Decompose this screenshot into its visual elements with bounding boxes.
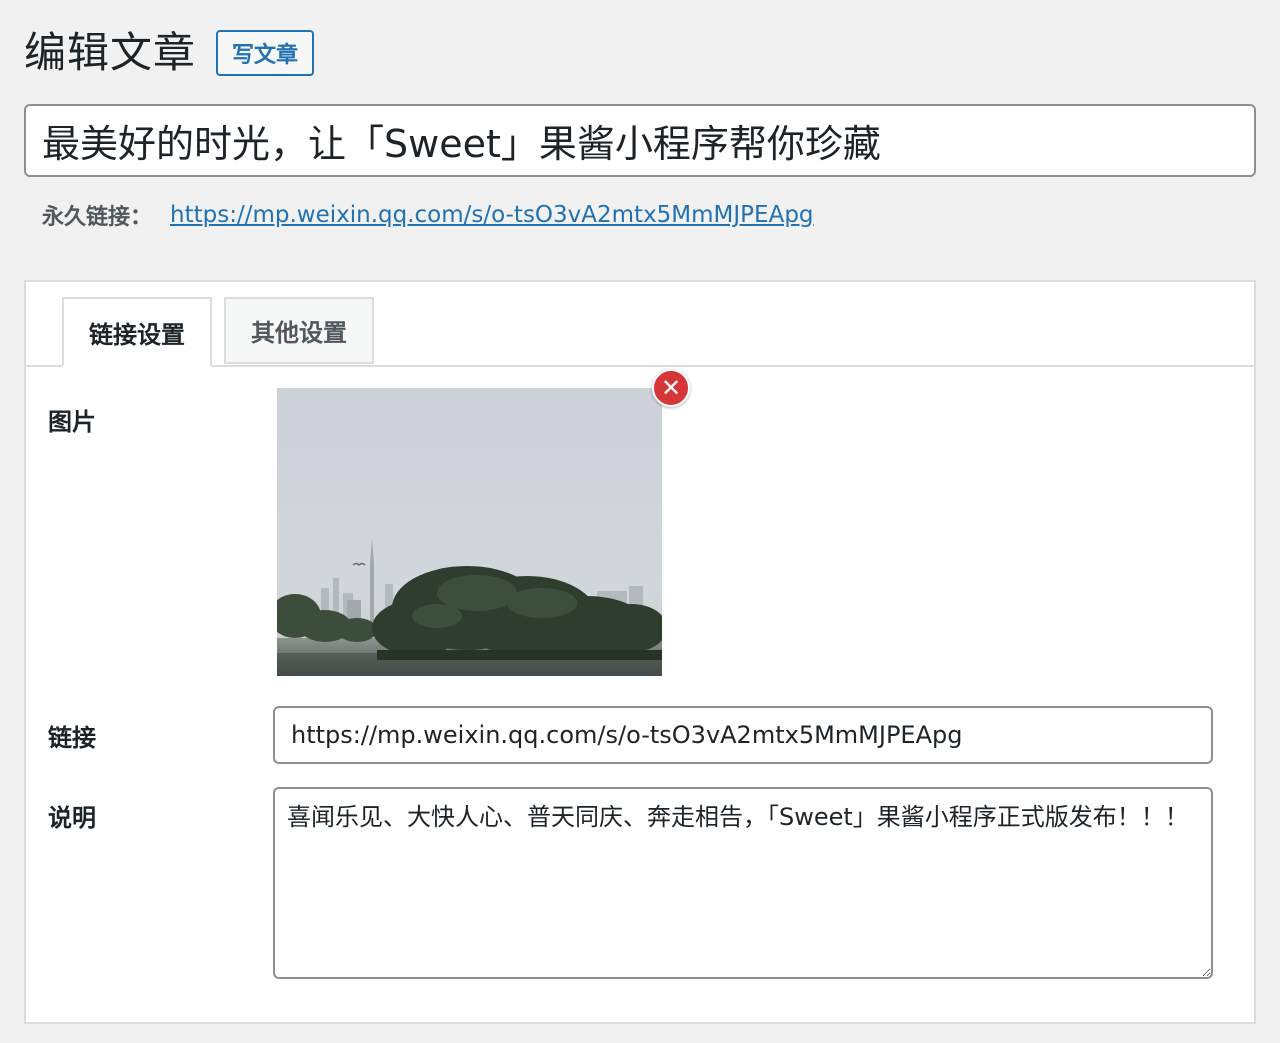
tab-bar: 链接设置 其他设置: [26, 282, 1254, 367]
image-field-label: 图片: [48, 408, 96, 436]
page-header: 编辑文章 写文章: [24, 24, 315, 82]
description-field-label: 说明: [48, 804, 96, 832]
permalink-link[interactable]: https://mp.weixin.qq.com/s/o-tsO3vA2mtx5…: [170, 202, 814, 228]
permalink-label: 永久链接：: [42, 205, 153, 230]
link-input[interactable]: [273, 706, 1213, 764]
page-title: 编辑文章: [24, 28, 197, 77]
featured-image: [277, 388, 662, 676]
post-title-input[interactable]: [24, 104, 1256, 177]
description-textarea[interactable]: 喜闻乐见、大快人心、普天同庆、奔走相告，「Sweet」果酱小程序正式版发布！！！: [273, 787, 1213, 979]
permalink-bar: 永久链接： https://mp.weixin.qq.com/s/o-tsO3v…: [42, 196, 814, 234]
edit-post-page: 编辑文章 写文章 永久链接： https://mp.weixin.qq.com/…: [0, 0, 1280, 1043]
tab-other-settings[interactable]: 其他设置: [224, 297, 374, 364]
add-new-post-button[interactable]: 写文章: [216, 30, 315, 76]
close-icon: ✕: [660, 374, 682, 402]
link-field-label: 链接: [48, 724, 96, 752]
remove-image-button[interactable]: ✕: [652, 369, 690, 407]
tab-link-settings[interactable]: 链接设置: [62, 297, 212, 367]
link-settings-metabox: 链接设置 其他设置 图片 ✕ 链接 https://mp.weixin.qq.c…: [24, 280, 1256, 1024]
